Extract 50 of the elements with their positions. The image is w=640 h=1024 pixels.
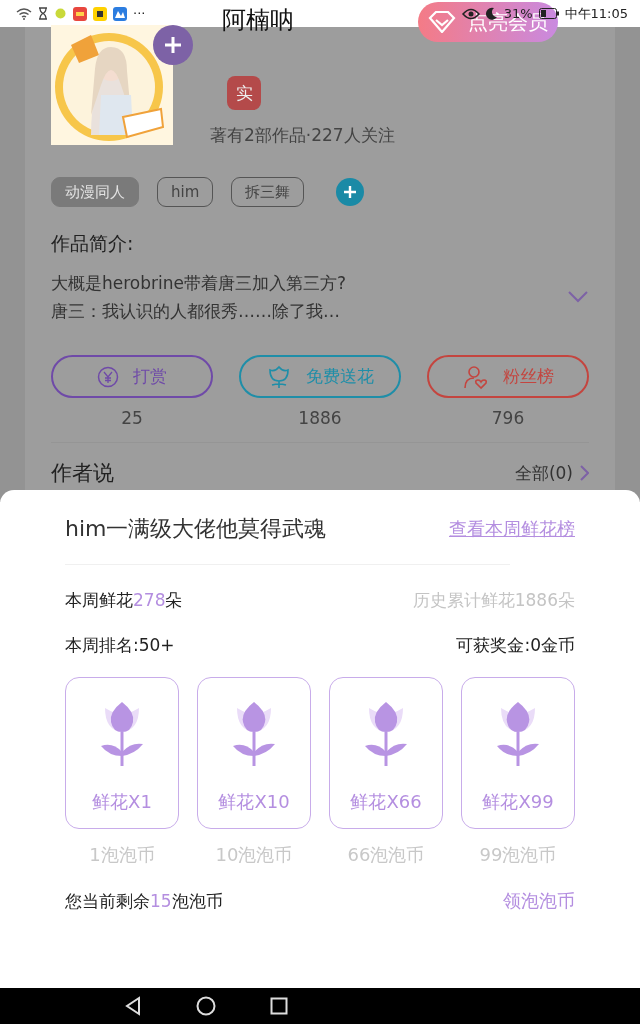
author-stats: 著有2部作品·227人关注 — [210, 124, 395, 147]
home-icon[interactable] — [196, 996, 216, 1016]
section-heading: 作品简介: — [51, 231, 135, 256]
author-name: 阿楠呐 — [222, 5, 294, 36]
hourglass-icon — [38, 7, 48, 20]
recents-icon[interactable] — [270, 997, 288, 1015]
yen-icon — [97, 365, 119, 388]
verified-badge: 实 — [227, 76, 261, 110]
plus-icon — [164, 36, 182, 54]
plus-icon — [344, 186, 357, 198]
total-flowers: 历史累计鲜花1886朵 — [412, 589, 575, 612]
count: 25 — [121, 408, 143, 428]
ranking-link[interactable]: 查看本周鲜花榜 — [449, 517, 575, 541]
add-tag-button[interactable] — [336, 178, 365, 206]
tag[interactable]: 动漫同人 — [51, 177, 139, 207]
gift-option[interactable]: 鲜花X10 — [197, 677, 311, 829]
add-button[interactable] — [153, 25, 193, 65]
earn-coins-link[interactable]: 领泡泡币 — [503, 889, 575, 913]
gift-option[interactable]: 鲜花X1 — [65, 677, 179, 829]
tag[interactable]: 拆三舞 — [231, 177, 305, 207]
tulip-icon — [495, 700, 541, 768]
bonus: 可获奖金:0金币 — [456, 634, 575, 657]
tulip-icon — [99, 700, 145, 768]
user-heart-icon — [462, 363, 489, 390]
tulip-icon — [231, 700, 277, 768]
back-icon[interactable] — [124, 996, 142, 1016]
tulip-icon — [363, 700, 409, 768]
count: 796 — [491, 408, 525, 428]
action-button[interactable]: 粉丝榜 — [427, 355, 589, 398]
diamond-icon — [428, 11, 456, 33]
app-icon — [54, 7, 67, 20]
chevron-right-icon — [579, 465, 589, 481]
tag[interactable]: him — [157, 177, 214, 207]
gift-option[interactable]: 鲜花X99 — [461, 677, 575, 829]
gift-option[interactable]: 鲜花X66 — [329, 677, 443, 829]
sheet-title: him一满级大佬他莫得武魂 — [65, 515, 327, 543]
action-button[interactable]: 打赏 — [51, 355, 213, 398]
count: 1886 — [298, 408, 342, 428]
synopsis-line: 唐三：我认识的人都很秀……除了我… — [51, 300, 341, 323]
section-heading: 作者说 — [51, 460, 114, 487]
synopsis-line: 大概是herobrine带着唐三加入第三方? — [51, 272, 346, 295]
more-indicator: ··· — [133, 6, 146, 21]
wifi-icon — [16, 7, 32, 20]
flower-icon — [266, 363, 292, 390]
all-link[interactable]: 全部(0) — [514, 461, 589, 485]
weekly-rank: 本周排名:50+ — [65, 634, 175, 657]
coin-balance: 您当前剩余15泡泡币 — [65, 889, 223, 913]
action-button[interactable]: 免费送花 — [239, 355, 401, 398]
weekly-flowers: 本周鲜花278朵 — [65, 589, 183, 612]
clock: 中午11:05 — [564, 4, 628, 23]
